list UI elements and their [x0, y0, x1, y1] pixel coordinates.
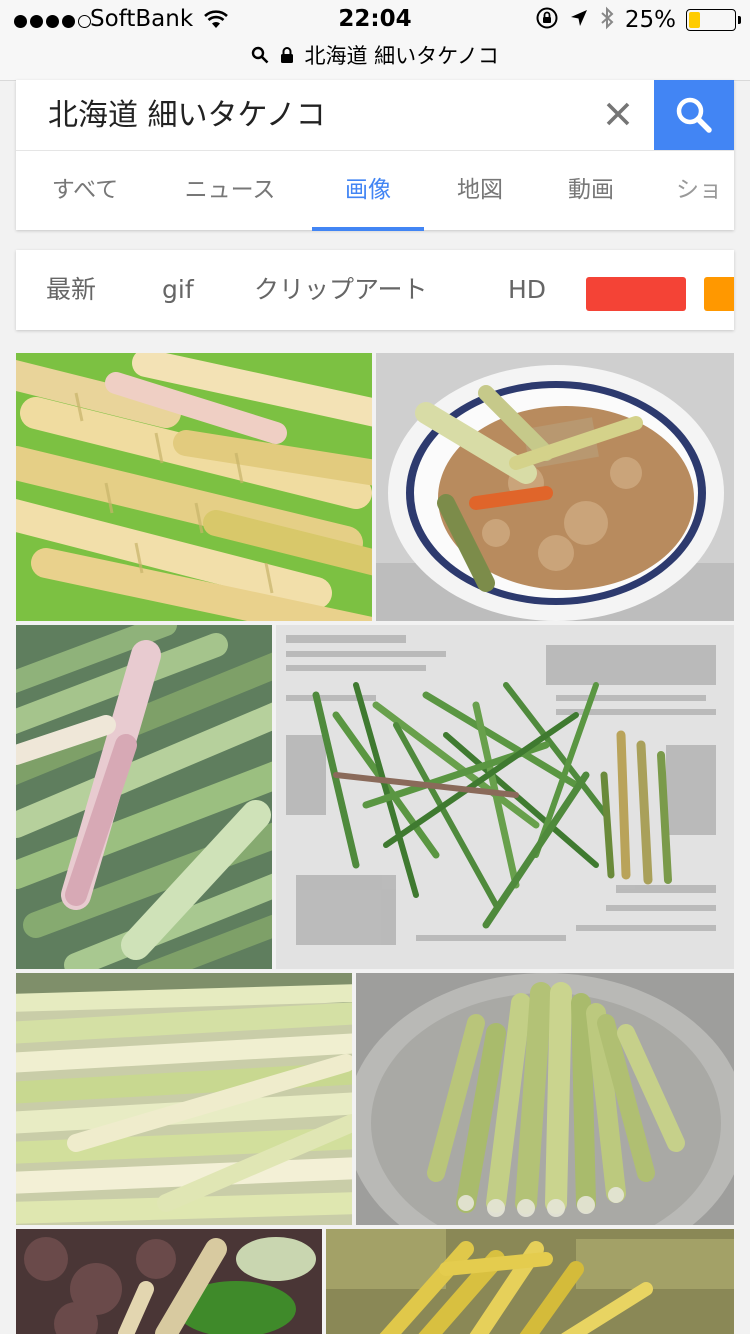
- status-bar: SoftBank 22:04 25% 北海道 細いタケノコ: [0, 0, 750, 81]
- photo-rice-bowl: [376, 353, 734, 621]
- tab-videos[interactable]: 動画: [546, 151, 636, 231]
- photo-peeled-shoots: [16, 973, 352, 1225]
- photo-green-shoots: [16, 625, 272, 969]
- location-arrow-icon: [569, 8, 589, 32]
- search-button[interactable]: [654, 80, 734, 150]
- close-icon: [606, 102, 630, 126]
- filter-hd[interactable]: HD: [508, 250, 546, 330]
- image-result[interactable]: [376, 353, 734, 621]
- search-icon: [251, 45, 269, 69]
- filter-recent[interactable]: 最新: [46, 250, 96, 330]
- url-text: 北海道 細いタケノコ: [304, 44, 499, 68]
- tab-images[interactable]: 画像: [312, 151, 424, 231]
- photo-shoots-in-bowl: [356, 973, 734, 1225]
- image-result[interactable]: [326, 1229, 734, 1334]
- address-bar[interactable]: 北海道 細いタケノコ: [0, 40, 750, 70]
- photo-bamboo-shoots: [16, 353, 372, 621]
- clear-search-button[interactable]: [594, 90, 642, 138]
- tab-all[interactable]: すべて: [30, 151, 140, 231]
- color-filter-orange[interactable]: [704, 277, 734, 311]
- filter-bar: 最新 gif クリップアート HD: [16, 250, 734, 330]
- battery-icon: [686, 9, 741, 31]
- photo-shoots-with-vegetables: [16, 1229, 322, 1334]
- image-result[interactable]: [16, 353, 372, 621]
- filter-clipart[interactable]: クリップアート: [254, 250, 428, 330]
- battery-percent: 25%: [624, 7, 676, 33]
- search-tabs: すべて ニュース 画像 地図 動画 ショ: [16, 150, 734, 231]
- image-result[interactable]: [276, 625, 734, 969]
- search-card: 北海道 細いタケノコ すべて ニュース 画像 地図 動画 ショ: [16, 80, 734, 231]
- image-result[interactable]: [16, 1229, 322, 1334]
- orientation-lock-icon: [535, 6, 559, 34]
- image-result[interactable]: [356, 973, 734, 1225]
- search-icon: [676, 97, 712, 133]
- image-result[interactable]: [16, 973, 352, 1225]
- photo-shoots-on-leaves: [326, 1229, 734, 1334]
- tab-news[interactable]: ニュース: [166, 151, 294, 231]
- tab-shopping[interactable]: ショ: [676, 151, 734, 231]
- image-result[interactable]: [16, 625, 272, 969]
- tab-maps[interactable]: 地図: [436, 151, 524, 231]
- color-filter-red[interactable]: [586, 277, 686, 311]
- bluetooth-icon: [599, 6, 615, 34]
- active-tab-indicator: [312, 227, 424, 231]
- search-input[interactable]: 北海道 細いタケノコ: [48, 90, 326, 134]
- photo-shoots-on-newspaper: [276, 625, 734, 969]
- filter-gif[interactable]: gif: [162, 250, 194, 330]
- lock-icon: [280, 45, 294, 69]
